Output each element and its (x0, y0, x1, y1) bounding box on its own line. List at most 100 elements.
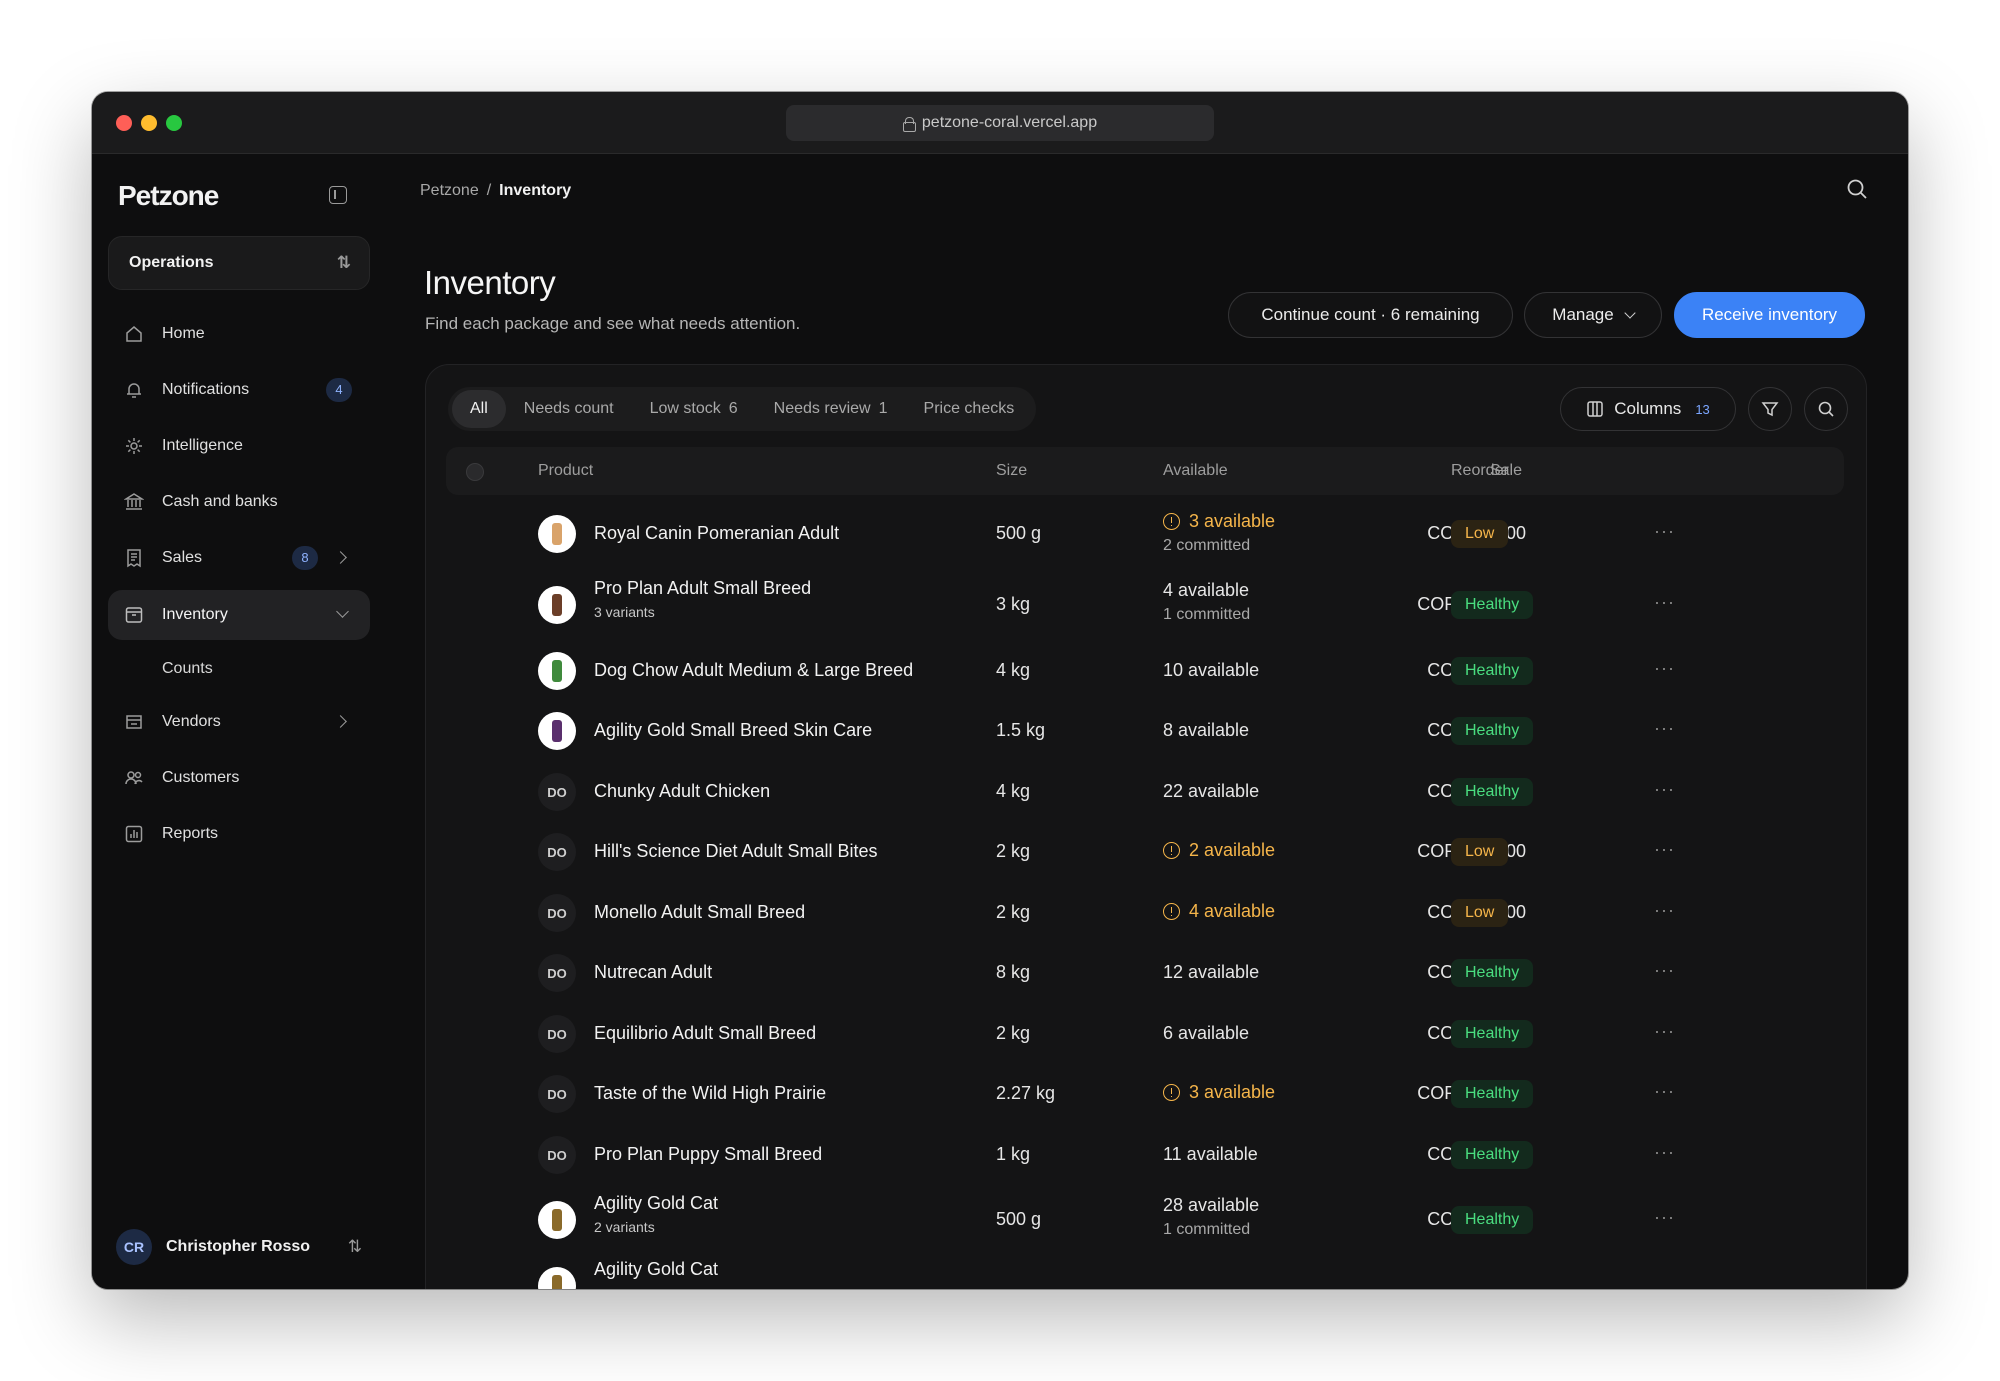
product-size: 500 g (996, 1209, 1042, 1229)
reorder-status-badge: Healthy (1451, 591, 1534, 619)
product-name: Equilibrio Adult Small Breed (594, 1023, 817, 1043)
continue-count-button[interactable]: Continue count · 6 remaining (1228, 292, 1513, 338)
table-header: Product Size Available Sale Reorder (446, 447, 1844, 495)
sidebar-item-inventory[interactable]: Inventory (108, 590, 370, 640)
row-more-icon[interactable]: ··· (1654, 1021, 1675, 1042)
reorder-status-badge: Healthy (1451, 717, 1534, 745)
breadcrumb-root[interactable]: Petzone (420, 182, 479, 200)
row-more-icon[interactable]: ··· (1654, 658, 1675, 679)
sidebar-item-counts[interactable]: Counts (108, 644, 370, 694)
sidebar-item-vendors[interactable]: Vendors (108, 697, 370, 747)
bank-icon (124, 493, 144, 510)
product-size: 2 kg (996, 841, 1031, 861)
avatar: CR (116, 1229, 152, 1265)
product-name: Monello Adult Small Breed (594, 902, 806, 922)
chevron-down-icon (1624, 306, 1636, 319)
box-icon (125, 607, 143, 623)
gear-icon (126, 438, 142, 454)
tab-count: 1 (878, 400, 888, 417)
receipt-icon (127, 549, 141, 568)
product-thumbnail-initials: DO (538, 1015, 576, 1053)
warning-icon (1163, 842, 1180, 859)
sidebar-item-label: Inventory (162, 606, 228, 623)
sidebar-item-reports[interactable]: Reports (108, 809, 370, 859)
tab-low-stock[interactable]: Low stock 6 (632, 390, 756, 428)
address-bar[interactable]: petzone-coral.vercel.app (786, 105, 1214, 141)
chevron-down-icon (336, 605, 349, 618)
row-more-icon[interactable]: ··· (1654, 521, 1675, 542)
sidebar-item-cash-and-banks[interactable]: Cash and banks (108, 477, 370, 527)
manage-dropdown-button[interactable]: Manage (1524, 292, 1662, 338)
columns-button[interactable]: Columns 13 (1560, 387, 1736, 431)
sidebar-item-label: Notifications (162, 381, 250, 398)
product-size: 1 kg (996, 1144, 1031, 1164)
user-menu[interactable]: CR Christopher Rosso ⇅ (116, 1227, 366, 1267)
reorder-status-badge: Healthy (1451, 657, 1534, 685)
column-header-reorder[interactable]: Reorder (1451, 462, 1509, 480)
row-more-icon[interactable]: ··· (1654, 718, 1675, 739)
sidebar-item-customers[interactable]: Customers (108, 753, 370, 803)
product-thumbnail (538, 1267, 576, 1289)
receive-inventory-button[interactable]: Receive inventory (1674, 292, 1865, 338)
table-search-button[interactable] (1804, 387, 1848, 431)
available-qty: 11 available (1163, 1144, 1258, 1164)
brand-logo[interactable]: Petzone (118, 180, 219, 212)
tab-all[interactable]: All (452, 390, 506, 428)
column-header-available[interactable]: Available (1163, 462, 1228, 480)
row-more-icon[interactable]: ··· (1654, 592, 1675, 613)
reorder-status-badge: Low (1451, 838, 1509, 866)
tab-price-checks[interactable]: Price checks (906, 390, 1033, 428)
reorder-status-badge: Healthy (1451, 778, 1534, 806)
product-name: Nutrecan Adult (594, 962, 713, 982)
manage-label: Manage (1552, 305, 1614, 324)
sidebar-item-label: Intelligence (162, 437, 243, 454)
tab-needs-count[interactable]: Needs count (506, 390, 632, 428)
chevron-right-icon (334, 551, 347, 564)
search-icon[interactable] (1846, 178, 1868, 200)
row-more-icon[interactable]: ··· (1654, 1081, 1675, 1102)
browser-window: petzone-coral.vercel.app Petzone Operati… (92, 92, 1908, 1289)
sidebar-item-sales[interactable]: Sales 8 (108, 533, 370, 583)
close-window-button[interactable] (116, 115, 132, 131)
sidebar-item-home[interactable]: Home (108, 309, 370, 359)
product-name: Hill's Science Diet Adult Small Bites (594, 841, 878, 861)
workspace-label: Operations (129, 254, 214, 271)
row-more-icon[interactable]: ··· (1654, 960, 1675, 981)
sidebar-toggle-icon[interactable] (329, 186, 347, 204)
product-size: 4 kg (996, 781, 1031, 801)
page-subtitle: Find each package and see what needs att… (425, 314, 801, 333)
tab-needs-review[interactable]: Needs review 1 (756, 390, 906, 428)
reorder-status-badge: Low (1451, 520, 1509, 548)
row-more-icon[interactable]: ··· (1654, 779, 1675, 800)
workspace-switcher[interactable]: Operations ⇅ (108, 236, 370, 290)
product-thumbnail-initials: DO (538, 1075, 576, 1113)
reorder-status-badge: Healthy (1451, 1206, 1534, 1234)
column-header-size[interactable]: Size (996, 462, 1027, 480)
available-qty: 6 available (1163, 1023, 1250, 1043)
filter-button[interactable] (1748, 387, 1792, 431)
minimize-window-button[interactable] (141, 115, 157, 131)
url-text: petzone-coral.vercel.app (921, 114, 1098, 131)
product-size: 4 kg (996, 660, 1031, 680)
page-title: Inventory (424, 264, 556, 301)
available-qty: 12 available (1163, 962, 1260, 982)
filter-icon (1761, 402, 1779, 417)
tab-label: All (470, 400, 488, 417)
chevron-right-icon (334, 715, 347, 728)
tab-label: Needs count (523, 400, 614, 417)
sidebar-item-label: Counts (162, 660, 213, 677)
row-more-icon[interactable]: ··· (1654, 900, 1675, 921)
row-more-icon[interactable]: ··· (1654, 1142, 1675, 1163)
maximize-window-button[interactable] (166, 115, 182, 131)
sidebar-item-label: Home (162, 325, 205, 342)
row-more-icon[interactable]: ··· (1654, 1207, 1675, 1228)
user-name: Christopher Rosso (166, 1238, 311, 1255)
available-text: 3 available (1189, 1082, 1276, 1102)
sidebar-item-intelligence[interactable]: Intelligence (108, 421, 370, 471)
column-header-product[interactable]: Product (538, 462, 593, 480)
sidebar-item-notifications[interactable]: Notifications 4 (108, 365, 370, 415)
row-more-icon[interactable]: ··· (1654, 839, 1675, 860)
available-text: 3 available (1189, 511, 1276, 531)
select-all-checkbox[interactable] (466, 463, 484, 481)
product-name: Agility Gold Cat (594, 1259, 719, 1279)
